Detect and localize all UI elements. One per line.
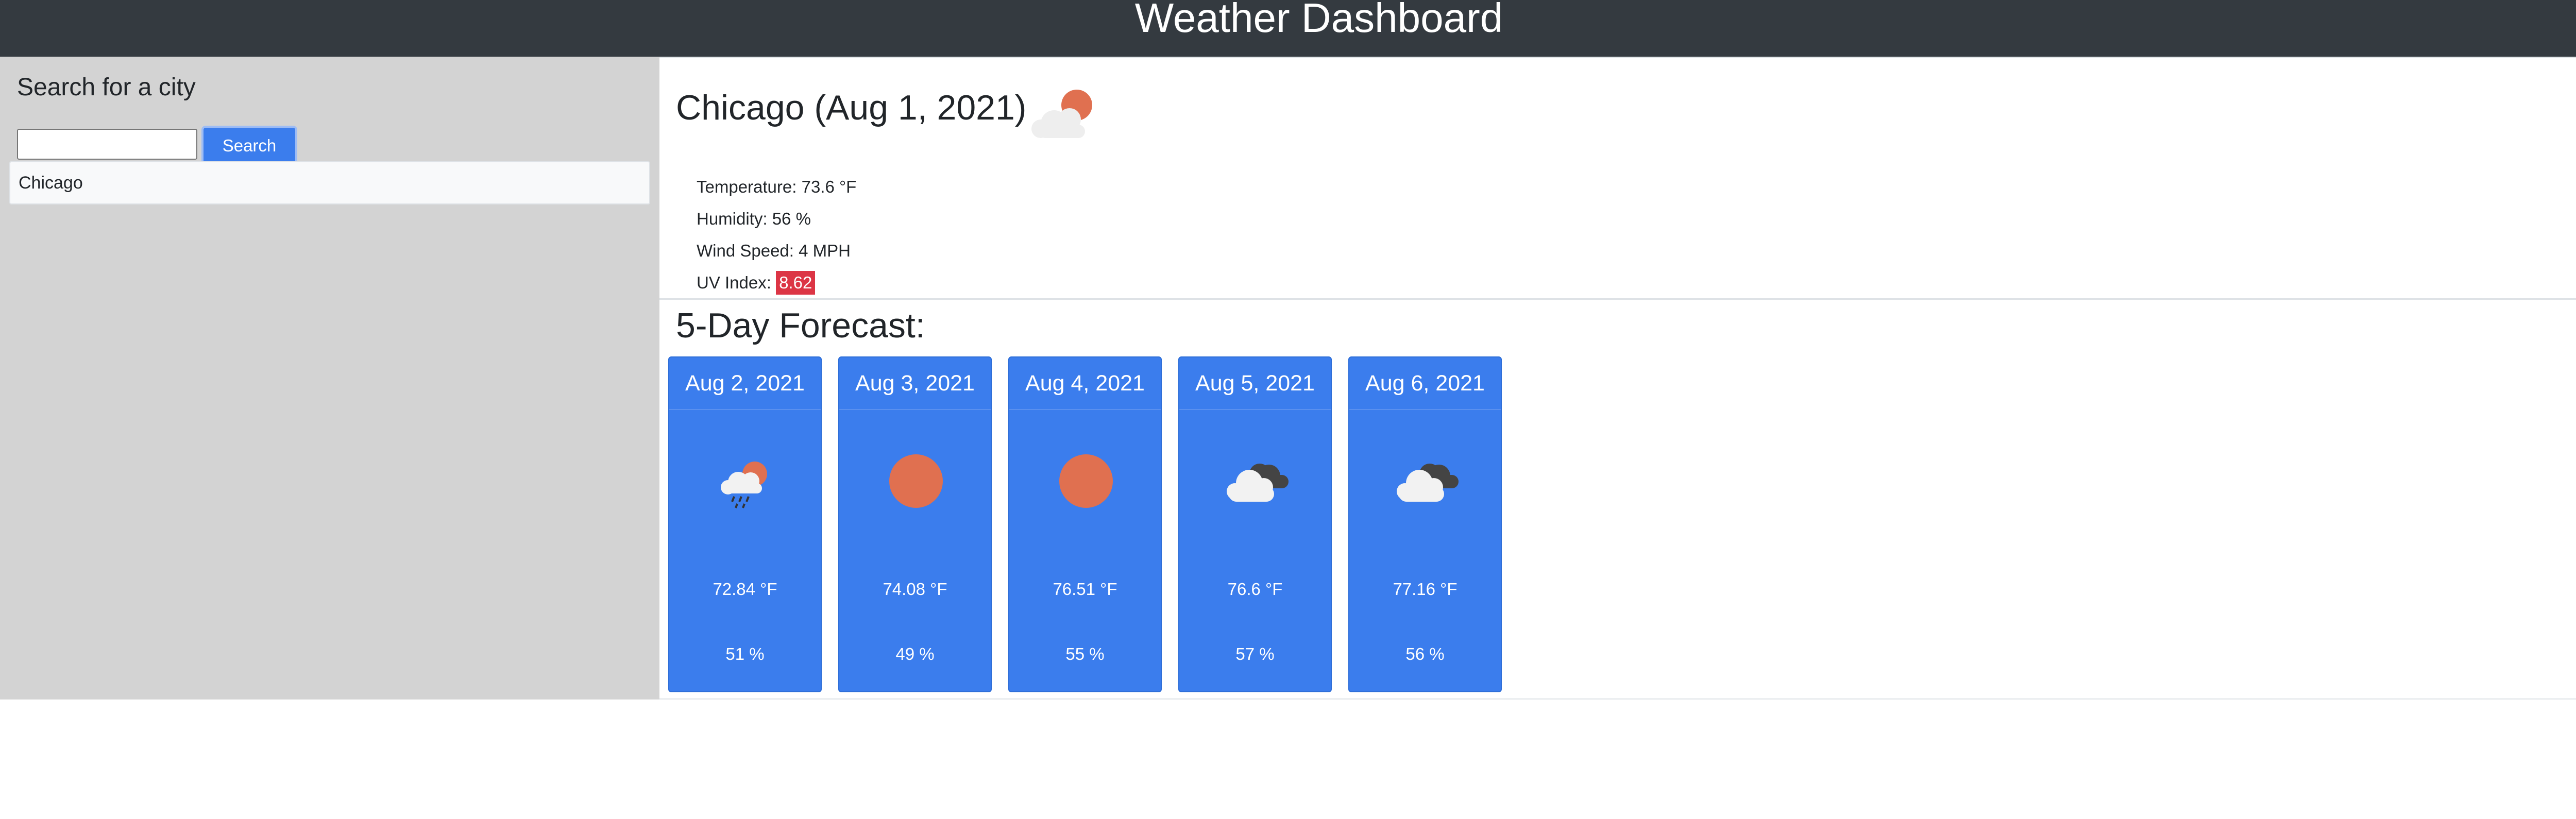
current-city-title: Chicago (Aug 1, 2021) (676, 88, 1027, 127)
forecast-title: 5-Day Forecast: (676, 306, 925, 345)
uv-index-row: UV Index: 8.62 (697, 267, 856, 299)
forecast-date: Aug 5, 2021 (1179, 357, 1331, 410)
clouds-icon (1227, 464, 1289, 502)
forecast-date: Aug 3, 2021 (839, 357, 991, 410)
forecast-humidity: 55 % (1065, 644, 1105, 663)
sun-icon (1059, 454, 1113, 508)
forecast-humidity: 49 % (895, 644, 935, 663)
forecast-temperature: 72.84 °F (713, 579, 777, 599)
forecast-date: Aug 6, 2021 (1349, 357, 1501, 410)
uv-index-badge: 8.62 (776, 271, 816, 295)
sun-icon (889, 454, 943, 508)
humidity-text: Humidity: 56 % (697, 209, 811, 228)
city-search-input[interactable] (17, 129, 197, 160)
forecast-card-day-4: Aug 5, 2021 76.6 °F 57 % (1178, 356, 1332, 692)
partly-cloudy-icon (1031, 90, 1092, 138)
uv-index-label: UV Index: (697, 273, 776, 292)
rain-sun-icon (721, 462, 767, 508)
search-button[interactable]: Search (201, 126, 297, 166)
wind-speed-text: Wind Speed: 4 MPH (697, 241, 851, 260)
main-panel: Chicago (Aug 1, 2021) Temperature: 73.6 … (659, 57, 2576, 699)
forecast-card-day-2: Aug 3, 2021 74.08 °F 49 % (838, 356, 992, 692)
forecast-date: Aug 4, 2021 (1009, 357, 1161, 410)
forecast-card-day-1: Aug 2, 2021 72.84 °F 51 % (668, 356, 822, 692)
forecast-temperature: 74.08 °F (883, 579, 947, 599)
forecast-humidity: 57 % (1235, 644, 1275, 663)
app-header: Weather Dashboard (0, 0, 2576, 57)
current-stats: Temperature: 73.6 °F Humidity: 56 % Wind… (697, 171, 856, 299)
sidebar: Search for a city Search Chicago (0, 57, 659, 699)
forecast-card-day-5: Aug 6, 2021 77.16 °F 56 % (1348, 356, 1502, 692)
forecast-temperature: 77.16 °F (1393, 579, 1458, 599)
forecast-temperature: 76.51 °F (1053, 579, 1117, 599)
page-title: Weather Dashboard (1134, 0, 1503, 41)
temperature-text: Temperature: 73.6 °F (697, 177, 857, 196)
current-weather: Chicago (Aug 1, 2021) Temperature: 73.6 … (659, 58, 2576, 300)
forecast-temperature: 76.6 °F (1227, 579, 1283, 599)
search-panel: Search for a city Search (17, 72, 646, 166)
history-item-chicago[interactable]: Chicago (9, 161, 650, 204)
search-heading: Search for a city (17, 74, 196, 101)
forecast-humidity: 56 % (1405, 644, 1445, 663)
forecast-date: Aug 2, 2021 (669, 357, 821, 410)
forecast-card-day-3: Aug 4, 2021 76.51 °F 55 % (1008, 356, 1162, 692)
search-history-list: Chicago (9, 161, 650, 204)
forecast-humidity: 51 % (725, 644, 765, 663)
clouds-icon (1397, 464, 1459, 502)
